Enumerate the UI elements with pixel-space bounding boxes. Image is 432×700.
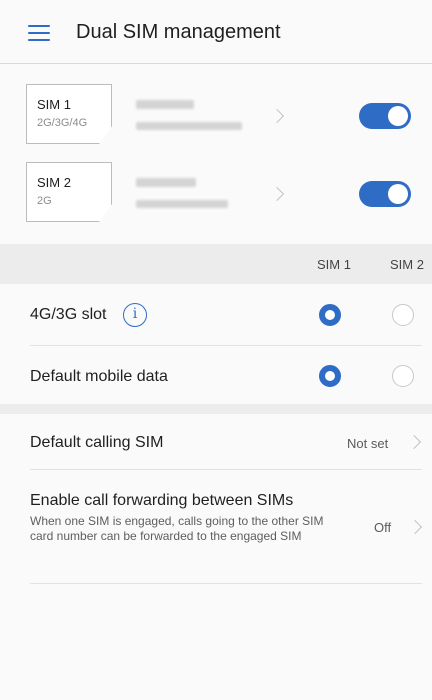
sim-card-icon: SIM 2 2G (26, 162, 112, 222)
column-sim-2: SIM 2 (390, 257, 424, 272)
hamburger-menu-icon[interactable] (28, 25, 50, 41)
forwarding-description: When one SIM is engaged, calls going to … (30, 514, 324, 543)
calling-value: Not set (347, 436, 389, 451)
sim-network-type: 2G/3G/4G (37, 117, 88, 129)
app-header: Dual SIM management (0, 0, 432, 64)
column-sim-1: SIM 1 (317, 257, 351, 272)
sim-row-2[interactable]: SIM 2 2G (0, 162, 432, 236)
slot-row-mobile-data: Default mobile data (0, 346, 432, 404)
chevron-right-icon (406, 434, 422, 450)
sim-carrier-redacted (136, 100, 194, 109)
sim-number-redacted (136, 200, 228, 208)
sim-carrier-redacted (136, 178, 196, 187)
sim-name: SIM 2 (37, 175, 71, 190)
sim-2-toggle[interactable] (359, 181, 411, 207)
sim-1-toggle[interactable] (359, 103, 411, 129)
calling-label: Default calling SIM (30, 434, 164, 451)
info-icon[interactable]: i (123, 303, 147, 327)
sim-column-header: SIM 1 SIM 2 (0, 244, 432, 284)
section-separator (0, 404, 432, 414)
forwarding-label: Enable call forwarding between SIMs (30, 492, 294, 509)
chevron-right-icon[interactable] (269, 186, 285, 202)
forwarding-value: Off (374, 520, 392, 535)
divider (30, 583, 422, 584)
mobile-data-sim2-radio[interactable] (392, 365, 414, 387)
default-calling-sim-row[interactable]: Default calling SIM Not set (0, 414, 432, 470)
slot-row-4g3g: 4G/3G slot i (0, 284, 432, 346)
mobile-data-sim1-radio[interactable] (319, 365, 341, 387)
slot-label: 4G/3G slot (30, 306, 107, 323)
toggle-knob (388, 106, 408, 126)
sim-number-redacted (136, 122, 242, 130)
sim-row-1[interactable]: SIM 1 2G/3G/4G (0, 84, 432, 158)
dual-sim-management-screen: Dual SIM management SIM 1 2G/3G/4G SIM 2… (0, 0, 432, 700)
slot-4g3g-sim1-radio[interactable] (319, 304, 341, 326)
sim-network-type: 2G (37, 195, 52, 207)
page-title: Dual SIM management (76, 21, 281, 43)
chevron-right-icon (407, 519, 423, 535)
sim-card-icon: SIM 1 2G/3G/4G (26, 84, 112, 144)
toggle-knob (388, 184, 408, 204)
slot-4g3g-sim2-radio[interactable] (392, 304, 414, 326)
chevron-right-icon[interactable] (269, 108, 285, 124)
slot-label: Default mobile data (30, 368, 168, 385)
sim-name: SIM 1 (37, 97, 71, 112)
